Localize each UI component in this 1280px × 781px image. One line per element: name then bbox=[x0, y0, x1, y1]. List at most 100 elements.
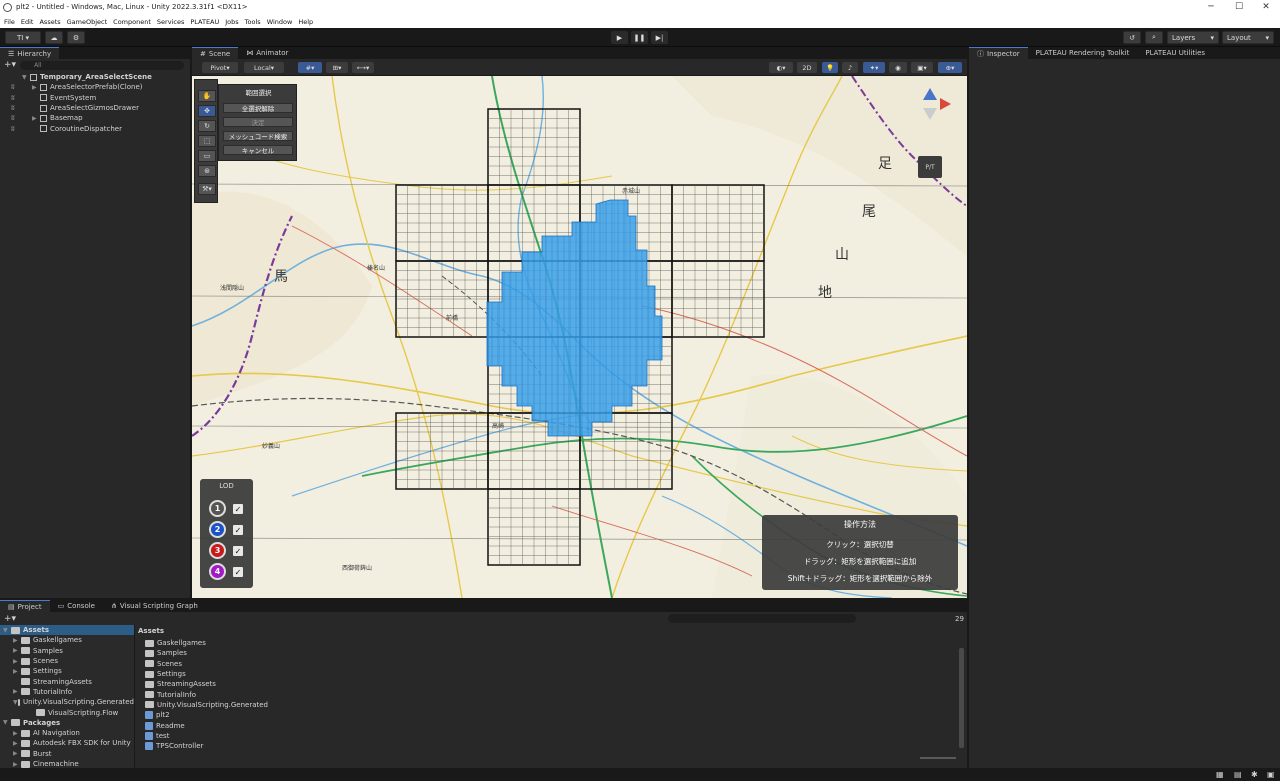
deselect-all-button[interactable]: 全選択解除 bbox=[223, 103, 293, 113]
audio-icon[interactable]: ♪ bbox=[842, 62, 858, 73]
layers-dropdown[interactable]: Layers ▾ bbox=[1167, 31, 1219, 44]
hierarchy-item[interactable]: ʬ EventSystem bbox=[0, 93, 190, 103]
layout-dropdown[interactable]: Layout ▾ bbox=[1222, 31, 1274, 44]
hierarchy-item[interactable]: ▼ Temporary_AreaSelectScene bbox=[0, 72, 190, 82]
progress-icon[interactable]: ▦ bbox=[1216, 770, 1224, 779]
mesh-code-search-button[interactable]: メッシュコード検索 bbox=[223, 131, 293, 141]
menu-jobs[interactable]: Jobs bbox=[225, 18, 238, 26]
gizmos-icon[interactable]: ⊕▾ bbox=[938, 62, 962, 73]
tab-project[interactable]: ▤ Project bbox=[0, 600, 50, 612]
pivot-dropdown[interactable]: Pivot ▾ bbox=[202, 62, 238, 73]
scale-tool-icon[interactable]: ⬚ bbox=[198, 135, 216, 147]
tab-plateau-utilities[interactable]: PLATEAU Utilities bbox=[1137, 47, 1213, 59]
hierarchy-item[interactable]: ʬ CoroutineDispatcher bbox=[0, 123, 190, 133]
persp-toggle[interactable]: P/T bbox=[918, 162, 942, 174]
menu-plateau[interactable]: PLATEAU bbox=[190, 18, 219, 26]
lod-4-checkbox[interactable]: ✓ bbox=[233, 567, 243, 577]
visibility-icon[interactable]: ʬ bbox=[11, 104, 15, 112]
tree-package[interactable]: ▶ Burst bbox=[0, 749, 134, 759]
grid-snap-icon[interactable]: #▾ bbox=[298, 62, 322, 73]
tab-plateau-rendering-toolkit[interactable]: PLATEAU Rendering Toolkit bbox=[1028, 47, 1138, 59]
tree-package[interactable]: ▶ AI Navigation bbox=[0, 728, 134, 738]
rect-tool-icon[interactable]: ▭ bbox=[198, 150, 216, 162]
asset-item[interactable]: Settings bbox=[145, 669, 955, 679]
tab-visual-scripting-graph[interactable]: ⋔ Visual Scripting Graph bbox=[103, 600, 206, 612]
expand-arrow-icon[interactable]: ▶ bbox=[13, 658, 21, 665]
zoom-slider[interactable] bbox=[920, 757, 956, 759]
camera-icon[interactable]: ▣▾ bbox=[911, 62, 933, 73]
tree-folder[interactable]: ▶ Settings bbox=[0, 666, 134, 676]
tab-hierarchy[interactable]: ☰ Hierarchy bbox=[0, 47, 60, 59]
close-button[interactable]: ✕ bbox=[1259, 2, 1273, 12]
expand-arrow-icon[interactable]: ▼ bbox=[13, 699, 18, 706]
maximize-button[interactable]: ☐ bbox=[1232, 2, 1246, 12]
menu-gameobject[interactable]: GameObject bbox=[67, 18, 108, 26]
menu-help[interactable]: Help bbox=[298, 18, 313, 26]
cloud-icon[interactable]: ☁ bbox=[45, 31, 63, 44]
lod-1-checkbox[interactable]: ✓ bbox=[233, 504, 243, 514]
tree-folder[interactable]: StreamingAssets bbox=[0, 676, 134, 686]
tree-package[interactable]: ▶ Cinemachine bbox=[0, 759, 134, 768]
grid-icon[interactable]: ⊞▾ bbox=[326, 62, 348, 73]
asset-item[interactable]: StreamingAssets bbox=[145, 679, 955, 689]
rotate-tool-icon[interactable]: ↻ bbox=[198, 120, 216, 132]
lod-2-checkbox[interactable]: ✓ bbox=[233, 525, 243, 535]
visibility-icon[interactable]: ʬ bbox=[11, 125, 15, 133]
asset-item[interactable]: test bbox=[145, 731, 955, 741]
hierarchy-item[interactable]: ʬ ▶ AreaSelectorPrefab(Clone) bbox=[0, 82, 190, 92]
expand-arrow-icon[interactable]: ▶ bbox=[13, 647, 21, 654]
search-icon[interactable]: ⌕ bbox=[1145, 31, 1163, 44]
expand-arrow-icon[interactable]: ▶ bbox=[13, 750, 21, 757]
confirm-button[interactable]: 決定 bbox=[223, 117, 293, 127]
menu-window[interactable]: Window bbox=[267, 18, 293, 26]
menu-assets[interactable]: Assets bbox=[39, 18, 60, 26]
visibility-icon[interactable]: ʬ bbox=[11, 94, 15, 102]
visibility-icon[interactable]: ◉ bbox=[889, 62, 907, 73]
local-dropdown[interactable]: Local ▾ bbox=[244, 62, 284, 73]
menu-edit[interactable]: Edit bbox=[21, 18, 34, 26]
tree-folder[interactable]: ▶ Scenes bbox=[0, 656, 134, 666]
effects-icon[interactable]: ✦▾ bbox=[863, 62, 885, 73]
hierarchy-search-input[interactable]: All bbox=[20, 60, 184, 70]
step-button[interactable]: ▶| bbox=[651, 31, 668, 44]
expand-arrow-icon[interactable]: ▶ bbox=[32, 115, 40, 122]
tree-folder[interactable]: ▶ TutorialInfo bbox=[0, 687, 134, 697]
asset-item[interactable]: plt2 bbox=[145, 710, 955, 720]
asset-item[interactable]: Samples bbox=[145, 648, 955, 658]
account-dropdown[interactable]: TI ▾ bbox=[5, 31, 41, 44]
collab-icon[interactable]: ⚙ bbox=[67, 31, 85, 44]
view-tool-icon[interactable]: ✋ bbox=[198, 90, 216, 102]
lod-3-checkbox[interactable]: ✓ bbox=[233, 546, 243, 556]
cancel-button[interactable]: キャンセル bbox=[223, 145, 293, 155]
visibility-icon[interactable]: ʬ bbox=[11, 83, 15, 91]
tree-folder[interactable]: ▼ Unity.VisualScripting.Generated bbox=[0, 697, 134, 707]
cache-icon[interactable]: ▤ bbox=[1234, 770, 1242, 779]
minimize-button[interactable]: ─ bbox=[1204, 2, 1218, 12]
2d-toggle[interactable]: 2D bbox=[797, 62, 817, 73]
tree-folder[interactable]: VisualScripting.Flow bbox=[0, 707, 134, 717]
add-icon[interactable]: +▾ bbox=[4, 614, 16, 624]
menu-file[interactable]: File bbox=[4, 18, 15, 26]
debug-icon[interactable]: ✱ bbox=[1251, 770, 1258, 779]
shading-mode-icon[interactable]: ◐▾ bbox=[769, 62, 793, 73]
asset-item[interactable]: Scenes bbox=[145, 659, 955, 669]
tree-assets[interactable]: ▼ Assets bbox=[0, 625, 134, 636]
tree-folder[interactable]: ▶ Samples bbox=[0, 646, 134, 656]
tab-scene[interactable]: # Scene bbox=[192, 47, 239, 59]
hierarchy-item[interactable]: ʬ AreaSelectGizmosDrawer bbox=[0, 103, 190, 113]
expand-arrow-icon[interactable]: ▶ bbox=[13, 761, 21, 768]
history-icon[interactable]: ↺ bbox=[1123, 31, 1141, 44]
increment-snap-icon[interactable]: ⟷▾ bbox=[352, 62, 374, 73]
lighting-icon[interactable]: 💡 bbox=[822, 62, 838, 73]
tab-console[interactable]: ▭ Console bbox=[50, 600, 103, 612]
expand-arrow-icon[interactable]: ▶ bbox=[13, 730, 21, 737]
tree-folder[interactable]: ▶ Gaskellgames bbox=[0, 635, 134, 645]
tab-inspector[interactable]: ⓘ Inspector bbox=[969, 47, 1028, 59]
project-search-input[interactable] bbox=[668, 614, 856, 623]
tab-animator[interactable]: ⋈ Animator bbox=[238, 47, 296, 59]
asset-item[interactable]: Unity.VisualScripting.Generated bbox=[145, 700, 955, 710]
menu-component[interactable]: Component bbox=[113, 18, 151, 26]
pause-button[interactable]: ❚❚ bbox=[631, 31, 648, 44]
play-button[interactable]: ▶ bbox=[611, 31, 628, 44]
add-icon[interactable]: +▾ bbox=[4, 60, 16, 70]
